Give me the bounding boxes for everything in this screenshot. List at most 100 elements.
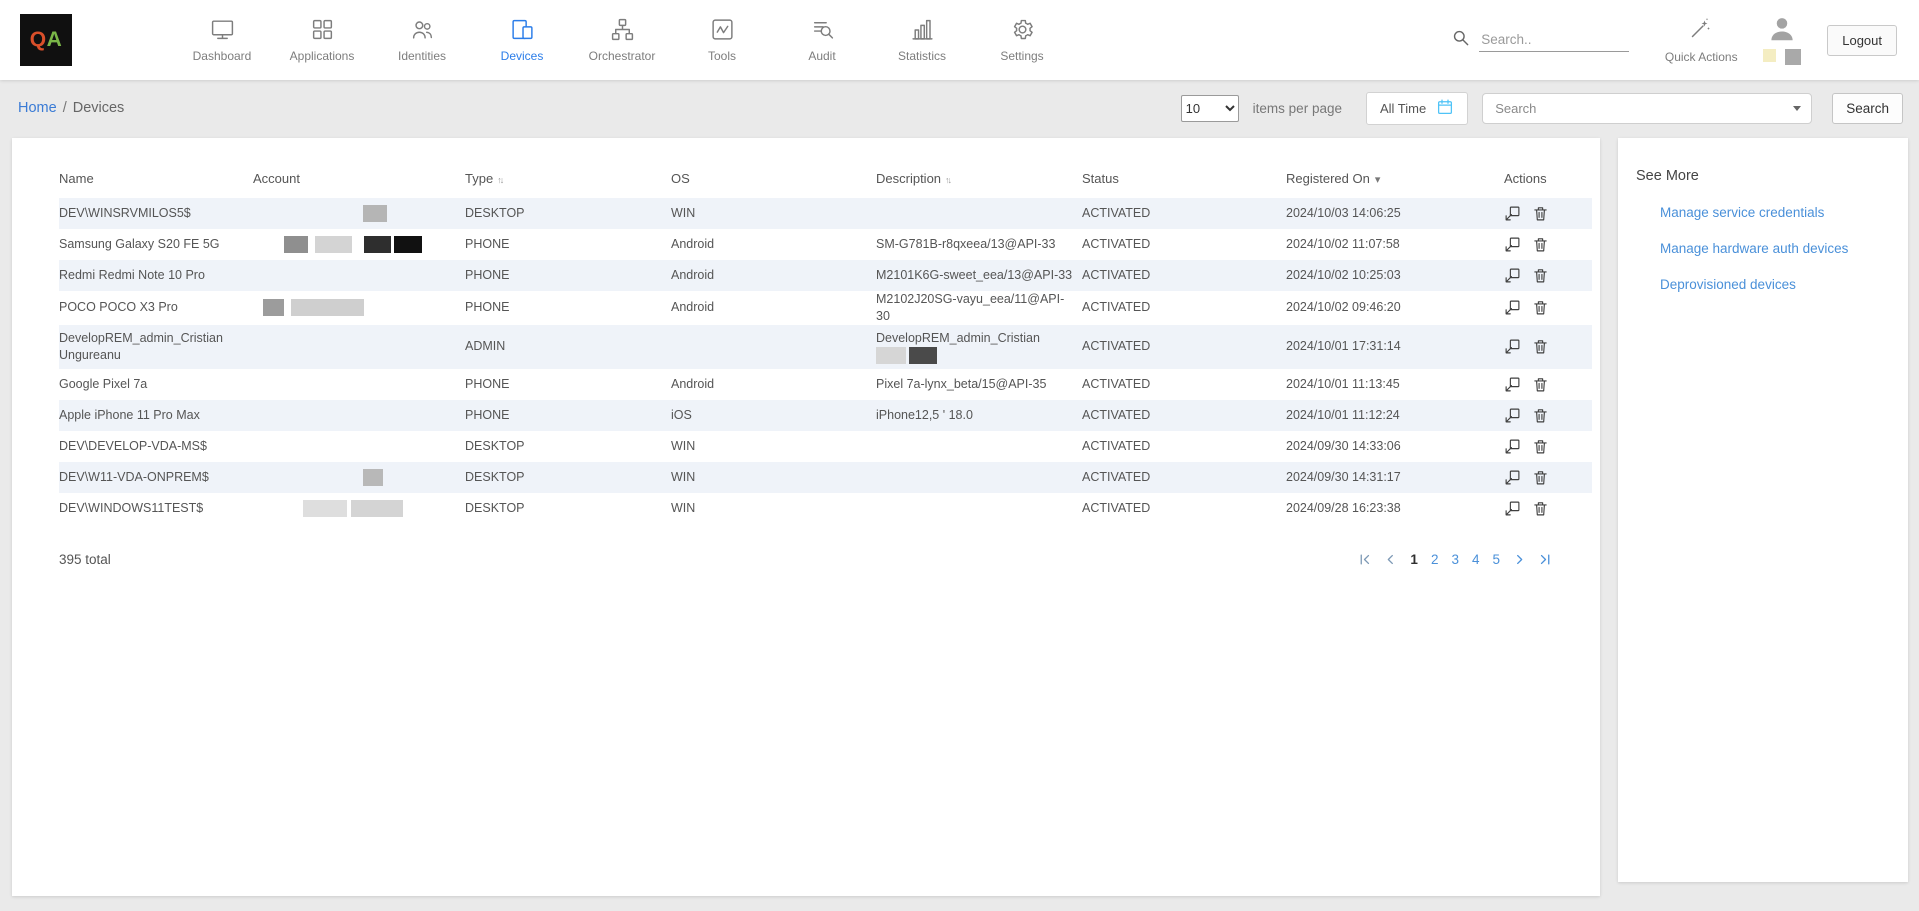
- manage-service-credentials-link[interactable]: Manage service credentials: [1660, 205, 1892, 220]
- nav-label: Orchestrator: [589, 49, 656, 63]
- device-status: ACTIVATED: [1082, 400, 1286, 431]
- breadcrumb-current: Devices: [73, 100, 125, 116]
- app-logo[interactable]: QA: [20, 14, 72, 66]
- delete-device-icon[interactable]: [1532, 500, 1549, 517]
- sort-desc-icon[interactable]: ▾: [1375, 174, 1381, 186]
- previous-page-icon[interactable]: [1384, 553, 1397, 566]
- user-menu[interactable]: [1763, 14, 1801, 67]
- manage-hardware-auth-devices-link[interactable]: Manage hardware auth devices: [1660, 241, 1892, 256]
- device-actions: [1504, 493, 1592, 524]
- device-actions: [1504, 325, 1592, 369]
- global-search-input[interactable]: [1479, 28, 1629, 52]
- nav-item-dashboard[interactable]: Dashboard: [172, 17, 272, 63]
- page-number-4[interactable]: 4: [1472, 552, 1480, 567]
- device-row: POCO POCO X3 ProPHONEAndroidM2102J20SG-v…: [59, 291, 1592, 325]
- filter-search-input[interactable]: [1483, 101, 1793, 116]
- col-type[interactable]: Type↑↓: [465, 158, 671, 198]
- time-filter-button[interactable]: All Time: [1366, 92, 1468, 125]
- sort-both-icon[interactable]: ↑↓: [945, 175, 950, 185]
- delete-device-icon[interactable]: [1532, 205, 1549, 222]
- nav-label: Tools: [708, 49, 736, 63]
- device-os: iOS: [671, 400, 876, 431]
- pagination-pages: 12345: [1410, 552, 1500, 567]
- page-number-1[interactable]: 1: [1410, 552, 1418, 567]
- see-more-panel: See More Manage service credentials Mana…: [1618, 138, 1908, 882]
- device-status: ACTIVATED: [1082, 325, 1286, 369]
- device-row: Redmi Redmi Note 10 ProPHONEAndroidM2101…: [59, 260, 1592, 291]
- col-os[interactable]: OS: [671, 158, 876, 198]
- device-account: [253, 369, 465, 400]
- nav-item-identities[interactable]: Identities: [372, 17, 472, 63]
- redacted-block: [394, 236, 422, 253]
- global-search: [1451, 28, 1629, 52]
- device-name: DEV\DEVELOP-VDA-MS$: [59, 431, 253, 462]
- quick-actions-button[interactable]: Quick Actions: [1655, 16, 1747, 64]
- people-icon: [410, 17, 435, 42]
- nav-label: Dashboard: [193, 49, 252, 63]
- items-per-page-select[interactable]: 10: [1181, 95, 1239, 122]
- nav-item-settings[interactable]: Settings: [972, 17, 1072, 63]
- redacted-block: [1763, 49, 1776, 62]
- search-button[interactable]: Search: [1832, 93, 1903, 124]
- device-name: DEV\WINSRVMILOS5$: [59, 198, 253, 229]
- user-info-redactions: [1763, 49, 1801, 67]
- chevron-down-icon[interactable]: [1793, 106, 1801, 111]
- next-page-icon[interactable]: [1513, 553, 1526, 566]
- nav-label: Devices: [501, 49, 544, 63]
- page-number-2[interactable]: 2: [1431, 552, 1439, 567]
- open-remote-session-icon[interactable]: [1504, 407, 1521, 424]
- delete-device-icon[interactable]: [1532, 338, 1549, 355]
- delete-device-icon[interactable]: [1532, 469, 1549, 486]
- col-name[interactable]: Name: [59, 158, 253, 198]
- open-remote-session-icon[interactable]: [1504, 438, 1521, 455]
- nav-item-devices[interactable]: Devices: [472, 17, 572, 63]
- last-page-icon[interactable]: [1539, 553, 1552, 566]
- sort-both-icon[interactable]: ↑↓: [497, 175, 502, 185]
- first-page-icon[interactable]: [1358, 553, 1371, 566]
- open-remote-session-icon[interactable]: [1504, 338, 1521, 355]
- device-type: DESKTOP: [465, 493, 671, 524]
- open-remote-session-icon[interactable]: [1504, 205, 1521, 222]
- redacted-block: [1785, 49, 1801, 65]
- dashboard-icon: [210, 17, 235, 42]
- delete-device-icon[interactable]: [1532, 299, 1549, 316]
- delete-device-icon[interactable]: [1532, 376, 1549, 393]
- redacted-block: [351, 500, 403, 517]
- delete-device-icon[interactable]: [1532, 267, 1549, 284]
- nav-item-statistics[interactable]: Statistics: [872, 17, 972, 63]
- logout-button[interactable]: Logout: [1827, 25, 1897, 56]
- delete-device-icon[interactable]: [1532, 236, 1549, 253]
- table-footer: 395 total 12345: [59, 552, 1592, 567]
- col-registered-on[interactable]: Registered On▾: [1286, 158, 1504, 198]
- open-remote-session-icon[interactable]: [1504, 236, 1521, 253]
- filter-search-combobox[interactable]: [1482, 93, 1812, 124]
- delete-device-icon[interactable]: [1532, 407, 1549, 424]
- device-actions: [1504, 291, 1592, 325]
- nav-item-tools[interactable]: Tools: [672, 17, 772, 63]
- breadcrumb-home-link[interactable]: Home: [18, 100, 57, 116]
- deprovisioned-devices-link[interactable]: Deprovisioned devices: [1660, 277, 1892, 292]
- open-remote-session-icon[interactable]: [1504, 299, 1521, 316]
- delete-device-icon[interactable]: [1532, 438, 1549, 455]
- device-status: ACTIVATED: [1082, 431, 1286, 462]
- breadcrumb-separator: /: [63, 100, 67, 116]
- magic-wand-icon: [1689, 16, 1713, 43]
- open-remote-session-icon[interactable]: [1504, 500, 1521, 517]
- nav-item-applications[interactable]: Applications: [272, 17, 372, 63]
- col-description[interactable]: Description↑↓: [876, 158, 1082, 198]
- page-number-5[interactable]: 5: [1492, 552, 1500, 567]
- nav-item-audit[interactable]: Audit: [772, 17, 872, 63]
- logo-letter-q: Q: [30, 28, 47, 52]
- nav-label: Audit: [808, 49, 835, 63]
- open-remote-session-icon[interactable]: [1504, 376, 1521, 393]
- nav-item-orchestrator[interactable]: Orchestrator: [572, 17, 672, 63]
- col-account[interactable]: Account: [253, 158, 465, 198]
- device-registered-on: 2024/09/30 14:31:17: [1286, 462, 1504, 493]
- devices-icon: [510, 17, 535, 42]
- col-status[interactable]: Status: [1082, 158, 1286, 198]
- open-remote-session-icon[interactable]: [1504, 469, 1521, 486]
- page-number-3[interactable]: 3: [1451, 552, 1459, 567]
- open-remote-session-icon[interactable]: [1504, 267, 1521, 284]
- redacted-block: [909, 347, 937, 364]
- device-row: DevelopREM_admin_CristianUngureanuADMIND…: [59, 325, 1592, 369]
